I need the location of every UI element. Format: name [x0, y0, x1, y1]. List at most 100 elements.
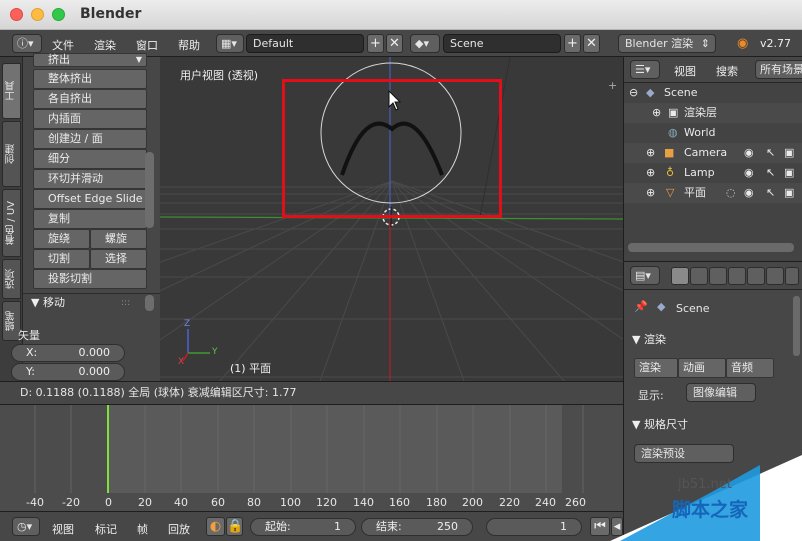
knife-project-button[interactable]: 投影切割 [33, 269, 147, 289]
extrude-individual-button[interactable]: 各自挤出 [33, 89, 147, 109]
expand-icon[interactable]: ⊕ [646, 143, 655, 163]
spin-button[interactable]: 旋绕 [33, 229, 90, 249]
outliner-row-plane[interactable]: ⊕ ▽ 平面 ◌ ◉ ↖ ▣ [624, 183, 802, 203]
menu-render[interactable]: 渲染 [94, 37, 116, 53]
collapse-icon[interactable]: ⊖ [629, 83, 638, 103]
operator-scrollbar[interactable] [145, 295, 154, 311]
transform-status: D: 0.1188 (0.1188) 全局 (球体) 衰减编辑区尺寸: 1.77 [0, 381, 623, 405]
scene-tab-icon[interactable] [709, 267, 727, 285]
tab-shading-uv[interactable]: 着色 / UV [2, 189, 21, 257]
plus-icon: + [370, 36, 381, 51]
menu-frame[interactable]: 帧 [137, 521, 148, 537]
outliner-menu-view[interactable]: 视图 [674, 63, 696, 79]
extrude-region-button[interactable]: 整体挤出 [33, 69, 147, 89]
dimensions-section-header[interactable]: ▼ 规格尺寸 [632, 416, 688, 432]
eye-icon[interactable]: ◉ [744, 163, 754, 183]
outliner-row-lamp[interactable]: ⊕ ♁ Lamp ◉ ↖ ▣ [624, 163, 802, 183]
duplicate-button[interactable]: 复制 [33, 209, 147, 229]
add-scene-button[interactable]: + [564, 34, 581, 53]
scene-name-field[interactable]: Scene [443, 34, 561, 53]
scene-browse-button[interactable]: ◆▾ [410, 34, 440, 53]
outliner-menu-search[interactable]: 搜索 [716, 63, 738, 79]
jump-start-button[interactable]: ⏮ [590, 517, 610, 536]
vector-x-field[interactable]: X: 0.000 [11, 344, 125, 362]
render-layers-tab-icon[interactable] [690, 267, 708, 285]
tab-tools[interactable]: 工具 [2, 63, 21, 119]
expand-icon[interactable]: ⊕ [646, 183, 655, 203]
vector-y-field[interactable]: Y: 0.000 [11, 363, 125, 381]
expand-icon[interactable]: ⊕ [652, 103, 661, 123]
operator-panel-header[interactable]: ▼ 移动 [23, 293, 160, 313]
outliner-row-world[interactable]: ◍ World [624, 123, 802, 143]
plus-icon[interactable]: + [608, 79, 617, 92]
expand-icon[interactable]: ⊕ [646, 163, 655, 183]
remove-layout-button[interactable]: ✕ [386, 34, 403, 53]
pin-icon[interactable]: 📌 [634, 300, 648, 313]
menu-playback[interactable]: 回放 [168, 521, 190, 537]
cursor-select-icon[interactable]: ↖ [766, 143, 775, 163]
tab-options[interactable]: 选项 [2, 259, 21, 299]
knife-button[interactable]: 切割 [33, 249, 90, 269]
current-frame-field[interactable]: 1 [486, 518, 582, 536]
properties-editor-type-button[interactable]: ▤▾ [630, 266, 660, 285]
menu-help[interactable]: 帮助 [178, 37, 200, 53]
render-tab-camera-icon[interactable] [671, 267, 689, 285]
modifiers-tab-icon[interactable] [766, 267, 784, 285]
inset-faces-button[interactable]: 内插面 [33, 109, 147, 129]
render-animation-button[interactable]: 动画 [678, 358, 726, 378]
eye-icon[interactable]: ◉ [744, 183, 754, 203]
tab-create[interactable]: 创建 [2, 121, 21, 187]
auto-keying-button[interactable]: ◐ [206, 517, 225, 536]
remove-scene-button[interactable]: ✕ [583, 34, 600, 53]
layout-name-field[interactable]: Default [246, 34, 364, 53]
offset-edge-slide-button[interactable]: Offset Edge Slide [33, 189, 147, 209]
outliner-row-render-layers[interactable]: ⊕ ▣ 渲染层 [624, 103, 802, 123]
eye-icon[interactable]: ◉ [744, 143, 754, 163]
render-still-button[interactable]: 渲染 [634, 358, 678, 378]
properties-scrollbar[interactable] [793, 296, 800, 356]
make-edge-face-button[interactable]: 创建边 / 面 [33, 129, 147, 149]
cursor-select-icon[interactable]: ↖ [766, 163, 775, 183]
subdivide-button[interactable]: 细分 [33, 149, 147, 169]
close-window-button[interactable] [10, 8, 23, 21]
editor-type-button[interactable]: ⓘ▾ [12, 34, 42, 53]
outliner-scrollbar[interactable] [628, 243, 794, 252]
screw-button[interactable]: 螺旋 [90, 229, 147, 249]
cursor-select-icon[interactable]: ↖ [766, 183, 775, 203]
frame-start-field[interactable]: 起始: 1 [250, 518, 356, 536]
object-tab-icon[interactable] [747, 267, 765, 285]
extrude-dropdown[interactable]: 挤出 ▼ [33, 53, 147, 67]
record-icon: ◐ [209, 519, 222, 534]
loop-cut-slide-button[interactable]: 环切并滑动 [33, 169, 147, 189]
outliner-row-camera[interactable]: ⊕ ■ Camera ◉ ↖ ▣ [624, 143, 802, 163]
world-tab-icon[interactable] [728, 267, 746, 285]
triangle-down-icon: ▼ [632, 418, 644, 431]
menu-file[interactable]: 文件 [52, 37, 74, 53]
render-section-header[interactable]: ▼ 渲染 [632, 331, 666, 347]
data-tab-icon[interactable] [785, 267, 799, 285]
outliner-editor-type-button[interactable]: ☰▾ [630, 60, 660, 79]
render-engine-dropdown[interactable]: Blender 渲染 ⇕ [618, 34, 716, 53]
render-camera-icon[interactable]: ▣ [784, 143, 794, 163]
select-button[interactable]: 选择 [90, 249, 147, 269]
menu-view[interactable]: 视图 [52, 521, 74, 537]
render-camera-icon[interactable]: ▣ [784, 183, 794, 203]
updown-icon: ⇕ [700, 37, 710, 50]
render-camera-icon[interactable]: ▣ [784, 163, 794, 183]
lock-button[interactable]: 🔒 [226, 517, 243, 536]
timeline-editor-type-button[interactable]: ◷▾ [12, 517, 40, 536]
minimize-window-button[interactable] [31, 8, 44, 21]
menu-marker[interactable]: 标记 [95, 521, 117, 537]
maximize-window-button[interactable] [52, 8, 65, 21]
outliner-row-scene[interactable]: ⊖ ◆ Scene [624, 83, 802, 103]
outliner-display-mode-dropdown[interactable]: 所有场景 [755, 60, 802, 79]
drag-handle-icon[interactable]: ::: [121, 298, 130, 308]
render-audio-button[interactable]: 音频 [726, 358, 774, 378]
display-mode-dropdown[interactable]: 图像编辑 [686, 383, 756, 402]
layout-browse-button[interactable]: ▦▾ [216, 34, 244, 53]
add-layout-button[interactable]: + [367, 34, 384, 53]
menu-window[interactable]: 窗口 [136, 37, 158, 53]
frame-end-field[interactable]: 结束: 250 [361, 518, 473, 536]
tool-shelf-scrollbar[interactable] [145, 152, 154, 228]
timeline-area[interactable]: -40 -20 0 20 40 60 80 100 120 140 160 18… [0, 405, 623, 511]
